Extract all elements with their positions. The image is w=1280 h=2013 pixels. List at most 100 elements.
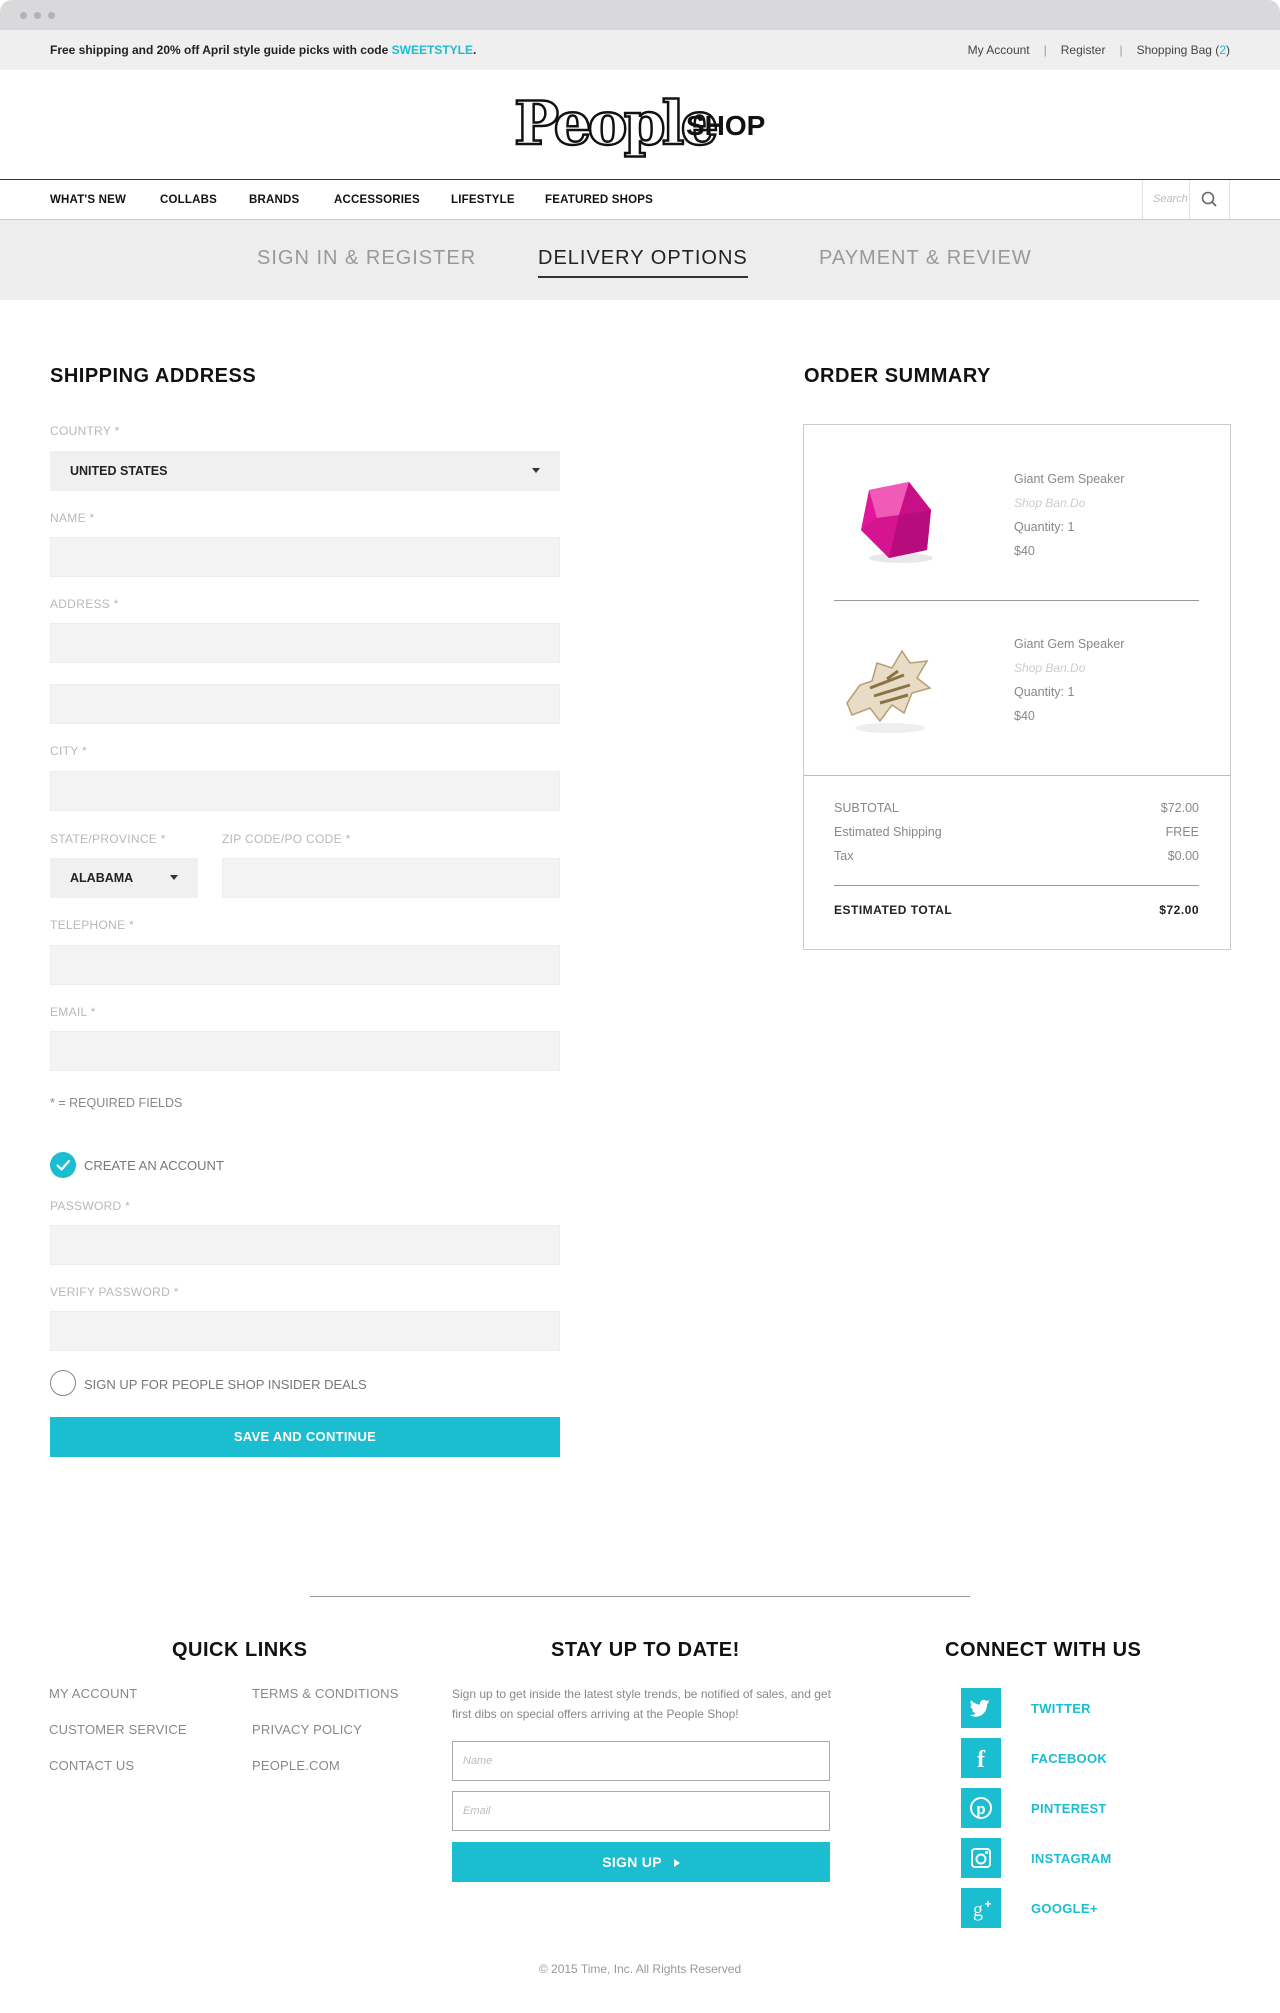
separator: | bbox=[1119, 43, 1123, 57]
footer-link-people-com[interactable]: PEOPLE.COM bbox=[252, 1758, 340, 1773]
bag-close: ) bbox=[1226, 43, 1230, 57]
create-account-label: CREATE AN ACCOUNT bbox=[84, 1158, 224, 1173]
footer-link-customer-service[interactable]: CUSTOMER SERVICE bbox=[49, 1722, 187, 1737]
site-logo[interactable]: People SHOP bbox=[513, 88, 766, 161]
social-facebook[interactable]: f FACEBOOK bbox=[961, 1738, 1107, 1778]
pinterest-label: PINTEREST bbox=[1031, 1800, 1107, 1816]
product-name[interactable]: Giant Gem Speaker bbox=[1014, 632, 1124, 656]
promo-code[interactable]: SWEETSTYLE bbox=[392, 43, 473, 57]
window-dot bbox=[48, 12, 55, 19]
product-price: $40 bbox=[1014, 709, 1035, 723]
create-account-checkbox[interactable] bbox=[50, 1152, 76, 1178]
nav-collabs[interactable]: COLLABS bbox=[160, 194, 217, 206]
footer-divider bbox=[310, 1596, 970, 1597]
country-select[interactable]: UNITED STATES bbox=[50, 451, 560, 491]
product-name[interactable]: Giant Gem Speaker bbox=[1014, 467, 1124, 491]
sign-up-label: SIGN UP bbox=[602, 1854, 662, 1870]
footer-link-privacy[interactable]: PRIVACY POLICY bbox=[252, 1722, 362, 1737]
newsletter-email-input[interactable]: Email bbox=[452, 1791, 830, 1831]
email-field[interactable] bbox=[50, 1031, 560, 1071]
window-dot bbox=[34, 12, 41, 19]
window-dot bbox=[20, 12, 27, 19]
name-field[interactable] bbox=[50, 537, 560, 577]
telephone-label: TELEPHONE * bbox=[50, 918, 134, 932]
check-icon bbox=[56, 1159, 71, 1171]
password-field[interactable] bbox=[50, 1225, 560, 1265]
nav-featured-shops[interactable]: FEATURED SHOPS bbox=[545, 194, 653, 206]
social-pinterest[interactable]: p PINTEREST bbox=[961, 1788, 1107, 1828]
social-google-plus[interactable]: g + GOOGLE+ bbox=[961, 1888, 1098, 1928]
shipping-label: Estimated Shipping bbox=[834, 825, 942, 839]
product-info: Giant Gem Speaker Shop Ban.Do Quantity: … bbox=[1014, 467, 1124, 563]
bag-count: 2 bbox=[1219, 43, 1226, 57]
logo-shop: SHOP bbox=[686, 110, 766, 141]
search-box[interactable]: Search bbox=[1142, 180, 1230, 219]
footer-link-contact-us[interactable]: CONTACT US bbox=[49, 1758, 134, 1773]
nav-brands[interactable]: BRANDS bbox=[249, 194, 299, 206]
total-row: ESTIMATED TOTAL $72.00 bbox=[834, 903, 1199, 917]
name-placeholder: Name bbox=[463, 1755, 493, 1767]
zip-label: ZIP CODE/PO CODE * bbox=[222, 832, 351, 846]
google-plus-label: GOOGLE+ bbox=[1031, 1900, 1098, 1916]
nav-lifestyle[interactable]: LIFESTYLE bbox=[451, 194, 515, 206]
verify-password-label: VERIFY PASSWORD * bbox=[50, 1285, 179, 1299]
chevron-down-icon bbox=[170, 875, 178, 880]
footer-link-my-account[interactable]: MY ACCOUNT bbox=[49, 1686, 137, 1701]
newsletter-title: STAY UP TO DATE! bbox=[551, 1639, 740, 1661]
sign-up-button[interactable]: SIGN UP bbox=[452, 1842, 830, 1882]
social-instagram[interactable]: INSTAGRAM bbox=[961, 1838, 1111, 1878]
product-quantity: Quantity: 1 bbox=[1014, 520, 1075, 534]
subtotal-row: SUBTOTAL $72.00 bbox=[834, 801, 1199, 815]
subtotal-label: SUBTOTAL bbox=[834, 801, 899, 815]
shopping-bag-link[interactable]: Shopping Bag (2) bbox=[1137, 43, 1230, 57]
summary-divider bbox=[804, 775, 1230, 776]
facebook-label: FACEBOOK bbox=[1031, 1750, 1108, 1766]
state-select[interactable]: ALABAMA bbox=[50, 858, 198, 898]
telephone-field[interactable] bbox=[50, 945, 560, 985]
chevron-down-icon bbox=[532, 468, 540, 473]
product-image-zebra[interactable] bbox=[832, 633, 942, 748]
product-info: Giant Gem Speaker Shop Ban.Do Quantity: … bbox=[1014, 632, 1124, 728]
facebook-icon: f bbox=[961, 1738, 1001, 1778]
main-nav: WHAT'S NEW COLLABS BRANDS ACCESSORIES LI… bbox=[0, 179, 1280, 220]
google-plus-icon: g + bbox=[961, 1888, 1001, 1928]
svg-text:p: p bbox=[976, 1801, 985, 1818]
nav-accessories[interactable]: ACCESSORIES bbox=[334, 194, 420, 206]
footer-link-terms[interactable]: TERMS & CONDITIONS bbox=[252, 1686, 399, 1701]
address-field-1[interactable] bbox=[50, 623, 560, 663]
social-twitter[interactable]: TWITTER bbox=[961, 1688, 1091, 1728]
order-summary-title: ORDER SUMMARY bbox=[804, 365, 991, 387]
country-label: COUNTRY * bbox=[50, 424, 120, 438]
required-note: * = REQUIRED FIELDS bbox=[50, 1096, 183, 1110]
step-sign-in[interactable]: SIGN IN & REGISTER bbox=[257, 247, 476, 270]
browser-chrome bbox=[0, 0, 1280, 30]
nav-whats-new[interactable]: WHAT'S NEW bbox=[50, 194, 126, 206]
country-value: UNITED STATES bbox=[70, 464, 168, 478]
search-icon[interactable] bbox=[1189, 180, 1229, 219]
step-payment-review[interactable]: PAYMENT & REVIEW bbox=[819, 247, 1032, 270]
shipping-address-title: SHIPPING ADDRESS bbox=[50, 365, 257, 387]
newsletter-text: Sign up to get inside the latest style t… bbox=[452, 1687, 831, 1721]
total-divider bbox=[834, 885, 1199, 886]
city-field[interactable] bbox=[50, 771, 560, 811]
twitter-icon bbox=[961, 1688, 1001, 1728]
copyright: © 2015 Time, Inc. All Rights Reserved bbox=[538, 1962, 742, 1976]
svg-text:+: + bbox=[984, 1897, 991, 1911]
name-label: NAME * bbox=[50, 511, 95, 525]
product-brand: Shop Ban.Do bbox=[1014, 496, 1086, 510]
search-input[interactable]: Search bbox=[1153, 193, 1188, 205]
my-account-link[interactable]: My Account bbox=[968, 43, 1030, 57]
product-image-gem[interactable] bbox=[849, 470, 949, 575]
save-and-continue-button[interactable]: SAVE AND CONTINUE bbox=[50, 1417, 560, 1457]
shipping-value: FREE bbox=[1165, 825, 1199, 839]
checkout-steps: SIGN IN & REGISTER DELIVERY OPTIONS PAYM… bbox=[0, 220, 1280, 300]
step-delivery-options[interactable]: DELIVERY OPTIONS bbox=[538, 247, 748, 278]
svg-text:f: f bbox=[977, 1747, 986, 1773]
zip-field[interactable] bbox=[222, 858, 560, 898]
newsletter-name-input[interactable]: Name bbox=[452, 1741, 830, 1781]
register-link[interactable]: Register bbox=[1061, 43, 1106, 57]
promo-end: . bbox=[472, 43, 477, 57]
insider-deals-checkbox[interactable] bbox=[50, 1370, 76, 1396]
address-field-2[interactable] bbox=[50, 684, 560, 724]
verify-password-field[interactable] bbox=[50, 1311, 560, 1351]
